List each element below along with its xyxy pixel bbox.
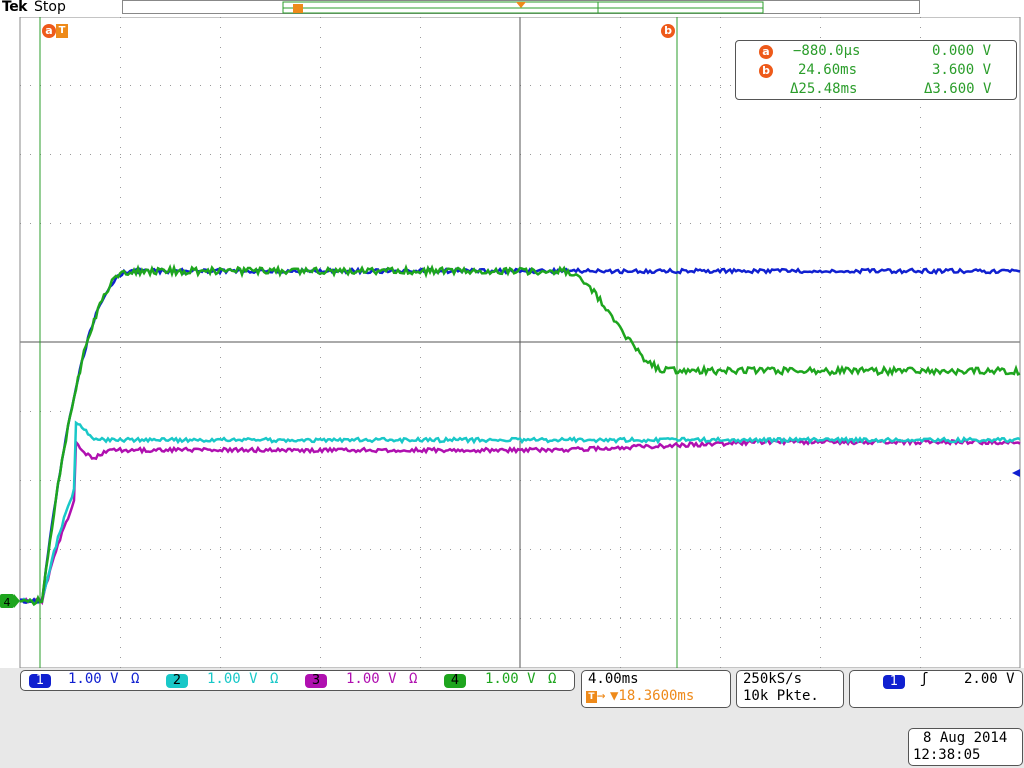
cursor-b-marker[interactable]: b <box>661 24 675 38</box>
sample-rate: 250kS/s <box>743 671 802 687</box>
trigger-level[interactable]: 2.00 V <box>964 671 1015 687</box>
acquisition-settings[interactable]: 250kS/s 10k Pkte. <box>736 670 844 708</box>
cursor-b-voltage: 3.600 V <box>932 62 991 78</box>
datetime-display: 8 Aug 2014 12:38:05 <box>908 728 1023 766</box>
cursor-delta-time: Δ25.48ms <box>790 81 857 97</box>
cursor-readout: a −880.0µs 0.000 V b 24.60ms 3.600 V Δ25… <box>735 40 1017 100</box>
channel-1-coupling: Ω <box>131 671 139 687</box>
cursor-b-badge: b <box>759 64 773 78</box>
trigger-icon: T <box>586 691 597 703</box>
svg-text:4: 4 <box>4 596 11 609</box>
cursor-a-voltage: 0.000 V <box>932 43 991 59</box>
channel-1-scale[interactable]: 1.00 V <box>68 671 119 687</box>
cursor-delta-voltage: Δ3.600 V <box>924 81 991 97</box>
record-window-indicator <box>123 1 921 15</box>
trigger-settings[interactable]: 1 ʃ 2.00 V <box>849 670 1023 708</box>
acquisition-status: Stop <box>34 0 66 15</box>
channel-4-ground-marker[interactable]: 4 <box>0 594 20 609</box>
cursor-a-badge: a <box>759 45 773 59</box>
waveform-display[interactable]: 4 <box>0 17 1024 668</box>
channel-2-coupling: Ω <box>270 671 278 687</box>
channel-3-badge[interactable]: 3 <box>305 674 327 688</box>
channel-4-scale[interactable]: 1.00 V <box>485 671 536 687</box>
channel-1-badge[interactable]: 1 <box>29 674 51 688</box>
cursor-b-time: 24.60ms <box>798 62 857 78</box>
scope-header: Tek Stop <box>0 0 1024 17</box>
cursor-a-time: −880.0µs <box>793 43 860 59</box>
time-label: 12:38:05 <box>913 747 980 763</box>
record-length: 10k Pkte. <box>743 688 819 704</box>
channel-2-scale[interactable]: 1.00 V <box>207 671 258 687</box>
cursor-a-marker[interactable]: a <box>42 24 56 38</box>
channel-4-badge[interactable]: 4 <box>444 674 466 688</box>
trigger-position[interactable]: ▼18.3600ms <box>610 688 694 704</box>
date-label: 8 Aug 2014 <box>923 730 1007 746</box>
trigger-arrow-icon: → <box>597 688 605 704</box>
status-panel: 1 1.00 V Ω 2 1.00 V Ω 3 1.00 V Ω 4 1.00 … <box>0 668 1024 768</box>
channel-3-coupling: Ω <box>409 671 417 687</box>
horizontal-settings[interactable]: 4.00ms T → ▼18.3600ms <box>581 670 731 708</box>
record-view-bar[interactable] <box>122 0 920 14</box>
trigger-source-badge[interactable]: 1 <box>883 675 905 689</box>
brand-label: Tek <box>2 0 27 15</box>
vertical-settings[interactable]: 1 1.00 V Ω 2 1.00 V Ω 3 1.00 V Ω 4 1.00 … <box>20 670 575 691</box>
trigger-position-marker: T <box>56 24 68 38</box>
channel-4-coupling: Ω <box>548 671 556 687</box>
timebase-scale[interactable]: 4.00ms <box>588 671 639 687</box>
channel-3-scale[interactable]: 1.00 V <box>346 671 397 687</box>
channel-2-badge[interactable]: 2 <box>166 674 188 688</box>
rising-edge-icon: ʃ <box>920 671 928 687</box>
